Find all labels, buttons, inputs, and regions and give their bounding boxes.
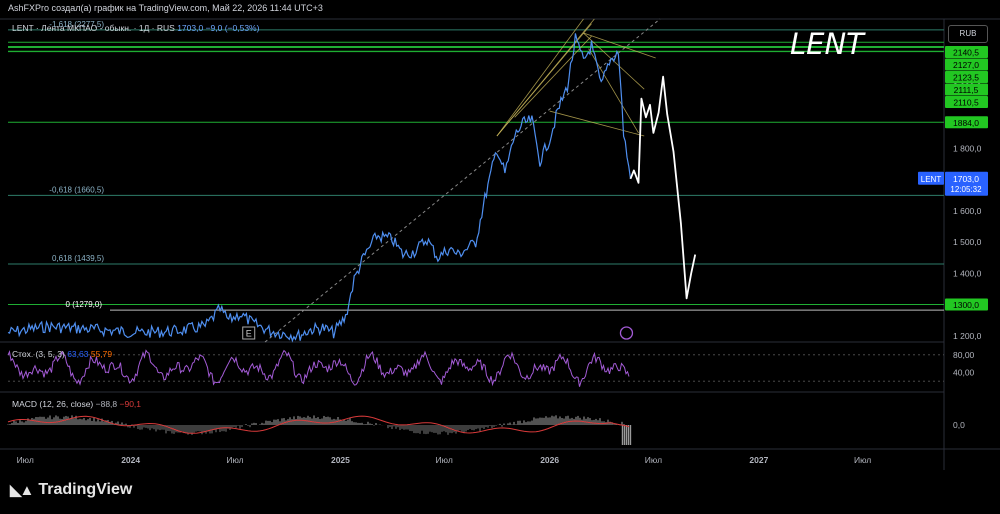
trendline: [496, 18, 595, 137]
level-badge-label: 2123,5: [953, 73, 979, 83]
chart-caption: AshFXPro создал(а) график на TradingView…: [8, 3, 323, 13]
price-axis-tick: 1 200,0: [953, 331, 982, 341]
time-axis-tick: Июл: [436, 455, 453, 465]
dashed-trendline: [264, 18, 661, 343]
time-axis-tick: 2027: [749, 455, 768, 465]
level-badge-label: 2111,5: [954, 85, 979, 95]
price-axis-tick: 1 500,0: [953, 237, 982, 247]
trendline: [549, 110, 645, 137]
fib-label: -0,618 (1660,5): [49, 185, 104, 194]
time-axis-tick: Июл: [226, 455, 243, 465]
symbol-legend[interactable]: LENT · Лента МКПАО - обыкн. · 1Д · RUS 1…: [12, 23, 259, 33]
level-badge-label: 2110,5: [953, 98, 979, 108]
level-badge-label: 2140,5: [953, 48, 979, 58]
macd-axis-tick: 0,0: [953, 420, 965, 430]
ticker-annotation: LENT: [790, 27, 864, 61]
stoch-axis-tick: 80,00: [953, 350, 975, 360]
time-axis-tick: Июл: [17, 455, 34, 465]
price-tag-symbol-label: LENT: [921, 175, 942, 184]
symbol-change: −9,0 (−0,53%): [205, 23, 260, 33]
time-axis-tick: 2025: [331, 455, 350, 465]
price-axis-tick: 1 800,0: [953, 144, 982, 154]
level-badge-label: 1884,0: [953, 118, 979, 128]
time-axis-tick: 2026: [540, 455, 559, 465]
tradingview-logo[interactable]: ◣▲ TradingView: [10, 481, 132, 499]
price-tag-countdown: 12:05:32: [950, 185, 982, 194]
logo-text: TradingView: [38, 481, 133, 498]
macd-legend[interactable]: MACD (12, 26, close) −88,8 −90,1: [12, 399, 141, 409]
price-axis-tick: 1 400,0: [953, 268, 982, 278]
tradingview-logo-icon: ◣▲: [10, 482, 34, 499]
macd-signal-value: −90,1: [120, 399, 142, 409]
earnings-marker-label: E: [246, 329, 252, 339]
symbol-title: LENT · Лента МКПАО - обыкн. · 1Д · RUS: [12, 23, 175, 33]
fib-label: 0,618 (1439,5): [52, 254, 104, 263]
stoch-axis-tick: 40,00: [953, 367, 975, 377]
time-axis-tick: Июл: [854, 455, 871, 465]
price-tag-value: 1703,0: [953, 174, 979, 184]
level-badge-label: 2127,0: [953, 60, 979, 70]
symbol-price: 1703,0: [177, 23, 204, 33]
time-axis-tick: 2024: [121, 455, 140, 465]
stoch-d-value: 55,79: [91, 349, 113, 359]
stoch-k-value: 63,63: [67, 349, 91, 359]
chart-canvas[interactable]: -1,618 (2277,5)-0,618 (1660,5)0,618 (143…: [0, 0, 1000, 514]
price-axis-tick: 1 600,0: [953, 206, 982, 216]
level-badge-label: 1300,0: [953, 300, 979, 310]
currency-button[interactable]: RUB: [948, 25, 988, 43]
stoch-legend[interactable]: Стох. (3, 5, 3) 63,63 55,79: [12, 349, 112, 359]
forecast-path: [629, 75, 697, 300]
fib-label: 0 (1279,0): [66, 300, 103, 309]
macd-hist-value: −88,8: [96, 399, 120, 409]
trendline: [496, 18, 584, 137]
dividend-marker-icon[interactable]: [619, 326, 634, 340]
time-axis-tick: Июл: [645, 455, 662, 465]
